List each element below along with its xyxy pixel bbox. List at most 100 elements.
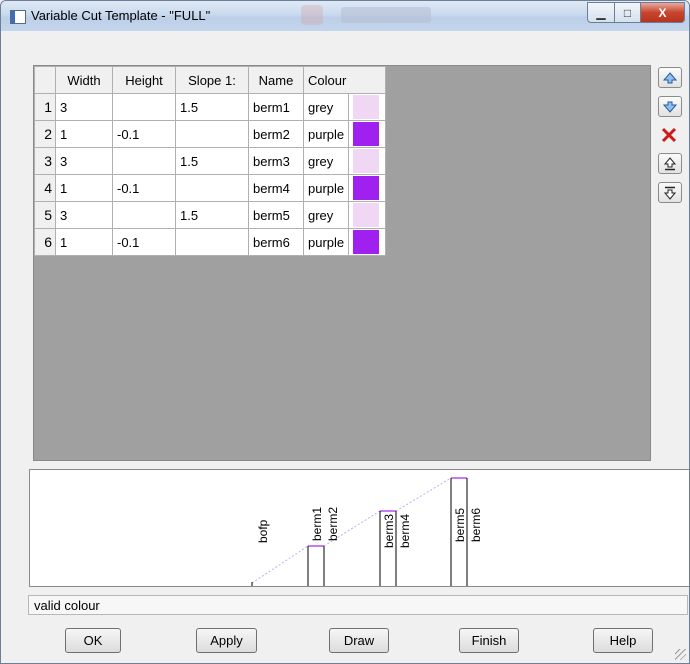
ok-button[interactable]: OK [65, 628, 121, 653]
cell-name[interactable]: berm5 [248, 201, 304, 229]
preview-label-berm2: berm2 [326, 507, 340, 541]
cell-colour[interactable]: grey [302, 147, 350, 175]
help-button[interactable]: Help [593, 628, 653, 653]
colour-swatch [353, 122, 380, 146]
insert-row-above-button[interactable] [658, 67, 682, 88]
preview-label-berm1: berm1 [310, 507, 324, 541]
row-number[interactable]: 1 [34, 93, 56, 121]
maximize-button[interactable]: □ [615, 2, 641, 23]
preview-label-berm4: berm4 [398, 514, 412, 548]
cell-colour[interactable]: purple [302, 120, 350, 148]
table-row[interactable]: 2 1 -0.1 berm2 purple [34, 120, 387, 148]
insert-row-below-button[interactable] [658, 96, 682, 117]
cell-colour[interactable]: purple [302, 174, 350, 202]
cell-width[interactable]: 1 [55, 174, 113, 202]
colour-swatch [353, 149, 380, 173]
cell-name[interactable]: berm6 [248, 228, 304, 256]
grid-corner[interactable] [34, 66, 56, 94]
colour-swatch [353, 176, 380, 200]
column-header-height[interactable]: Height [112, 66, 176, 94]
cell-name[interactable]: berm1 [248, 93, 304, 121]
grid-header-row: Width Height Slope 1: Name Colour [34, 66, 387, 94]
window-title: Variable Cut Template - "FULL" [31, 8, 211, 23]
delete-row-icon [661, 127, 677, 143]
table-row[interactable]: 4 1 -0.1 berm4 purple [34, 174, 387, 202]
column-header-width[interactable]: Width [55, 66, 113, 94]
delete-row-button[interactable] [658, 125, 680, 145]
title-bar[interactable]: Variable Cut Template - "FULL" ▁ □ X [1, 1, 689, 31]
table-row[interactable]: 1 3 1.5 berm1 grey [34, 93, 387, 121]
cell-colour-swatch[interactable] [348, 174, 387, 202]
table-row[interactable]: 5 3 1.5 berm5 grey [34, 201, 387, 229]
move-row-down-button[interactable] [658, 182, 682, 203]
cell-colour-swatch[interactable] [348, 120, 387, 148]
status-text: valid colour [34, 598, 100, 613]
window-controls: ▁ □ X [587, 2, 685, 23]
cell-height[interactable] [112, 147, 176, 175]
colour-swatch [353, 230, 380, 254]
cut-slope-line [395, 477, 452, 512]
cell-height[interactable]: -0.1 [112, 174, 176, 202]
apply-button[interactable]: Apply [196, 628, 257, 653]
cell-width[interactable]: 1 [55, 228, 113, 256]
column-header-name[interactable]: Name [248, 66, 304, 94]
move-row-up-button[interactable] [658, 153, 682, 174]
minimize-icon: ▁ [596, 5, 606, 20]
cell-slope[interactable] [175, 228, 249, 256]
row-number[interactable]: 3 [34, 147, 56, 175]
cell-height[interactable] [112, 93, 176, 121]
cell-slope[interactable]: 1.5 [175, 147, 249, 175]
cell-colour[interactable]: grey [302, 201, 350, 229]
cell-slope[interactable]: 1.5 [175, 93, 249, 121]
template-preview[interactable]: bofp berm1 berm2 berm3 berm4 berm5 berm6 [29, 469, 689, 587]
cell-width[interactable]: 3 [55, 147, 113, 175]
row-number[interactable]: 2 [34, 120, 56, 148]
app-icon [10, 10, 26, 24]
cell-colour[interactable]: purple [302, 228, 350, 256]
cell-colour-swatch[interactable] [348, 201, 387, 229]
colour-swatch [353, 95, 380, 119]
cell-colour-swatch[interactable] [348, 228, 387, 256]
row-number[interactable]: 4 [34, 174, 56, 202]
cell-width[interactable]: 3 [55, 93, 113, 121]
cell-height[interactable]: -0.1 [112, 120, 176, 148]
insert-row-below-icon [663, 101, 677, 113]
template-grid: Width Height Slope 1: Name Colour 1 3 1.5 b… [34, 66, 387, 256]
cell-height[interactable] [112, 201, 176, 229]
cell-slope[interactable] [175, 120, 249, 148]
preview-label-berm5: berm5 [453, 508, 467, 542]
cell-width[interactable]: 3 [55, 201, 113, 229]
close-button[interactable]: X [641, 2, 685, 23]
cell-colour-swatch[interactable] [348, 147, 387, 175]
insert-row-above-icon [663, 71, 677, 83]
table-row[interactable]: 6 1 -0.1 berm6 purple [34, 228, 387, 256]
cell-colour[interactable]: grey [302, 93, 350, 121]
cell-name[interactable]: berm4 [248, 174, 304, 202]
cell-width[interactable]: 1 [55, 120, 113, 148]
column-header-colour[interactable]: Colour [302, 66, 387, 94]
preview-drawing: bofp berm1 berm2 berm3 berm4 berm5 berm6 [251, 477, 483, 586]
background-window-label [341, 7, 431, 23]
minimize-button[interactable]: ▁ [587, 2, 615, 23]
move-row-up-icon [663, 156, 677, 170]
row-number[interactable]: 5 [34, 201, 56, 229]
cell-name[interactable]: berm2 [248, 120, 304, 148]
draw-button[interactable]: Draw [329, 628, 389, 653]
cut-slope-line [251, 545, 309, 584]
maximize-icon: □ [623, 5, 632, 20]
template-grid-area[interactable]: Width Height Slope 1: Name Colour 1 3 1.5 b… [33, 65, 651, 461]
cell-colour-swatch[interactable] [348, 93, 387, 121]
row-tools [658, 67, 684, 211]
move-row-down-icon [663, 186, 677, 200]
cell-slope[interactable]: 1.5 [175, 201, 249, 229]
cell-name[interactable]: berm3 [248, 147, 304, 175]
cell-slope[interactable] [175, 174, 249, 202]
finish-button[interactable]: Finish [459, 628, 519, 653]
resize-grip[interactable] [675, 649, 686, 660]
table-row[interactable]: 3 3 1.5 berm3 grey [34, 147, 387, 175]
preview-label-bofp: bofp [256, 519, 270, 543]
column-header-slope[interactable]: Slope 1: [175, 66, 249, 94]
row-number[interactable]: 6 [34, 228, 56, 256]
preview-label-berm6: berm6 [469, 508, 483, 542]
cell-height[interactable]: -0.1 [112, 228, 176, 256]
